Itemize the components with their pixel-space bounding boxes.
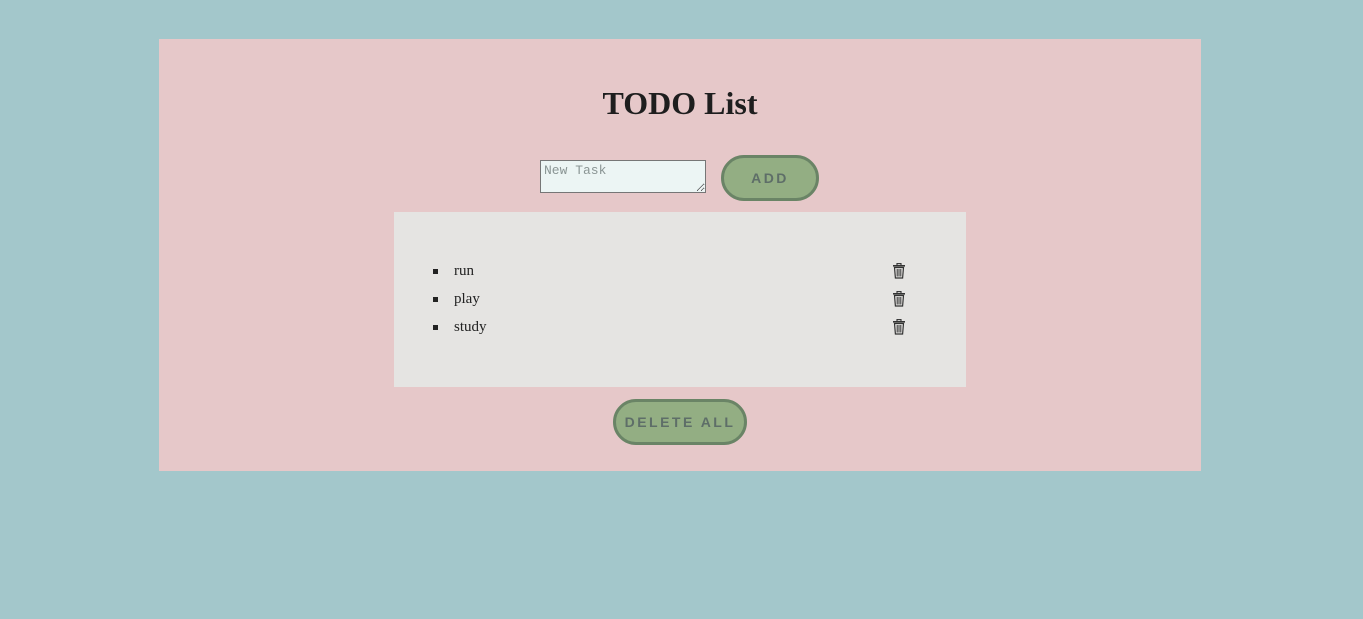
task-list-container: run play study	[394, 212, 966, 387]
page-title: TODO List	[602, 85, 758, 121]
new-task-input[interactable]	[540, 160, 706, 193]
task-label: run	[454, 263, 474, 279]
trash-icon[interactable]	[892, 263, 906, 279]
delete-all-button[interactable]: DELETE ALL	[613, 399, 747, 445]
bullet-icon	[433, 269, 438, 274]
list-item: study	[394, 313, 966, 341]
trash-icon[interactable]	[892, 291, 906, 307]
list-item: run	[394, 257, 966, 285]
todo-panel: TODO List ADD run play	[159, 39, 1201, 471]
bullet-icon	[433, 297, 438, 302]
trash-icon[interactable]	[892, 319, 906, 335]
bullet-icon	[433, 325, 438, 330]
add-button[interactable]: ADD	[721, 155, 819, 201]
task-list: run play study	[394, 257, 966, 341]
list-item: play	[394, 285, 966, 313]
task-label: study	[454, 319, 487, 335]
task-label: play	[454, 291, 480, 307]
